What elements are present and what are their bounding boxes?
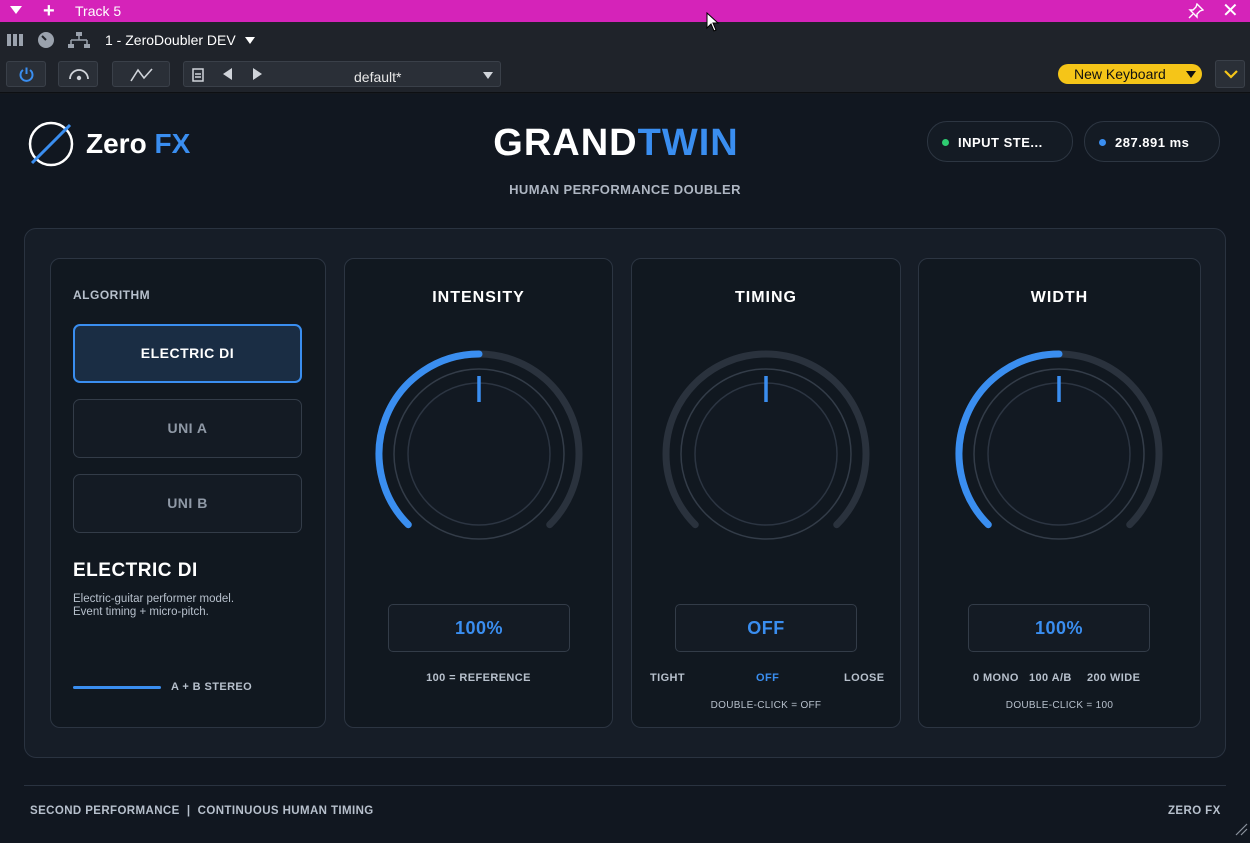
automation-curve-icon xyxy=(130,68,153,82)
compare-button[interactable] xyxy=(58,61,98,87)
timing-card: TIMING OFF TIGHT OFF LOOSE DOUBLE-CLICK … xyxy=(631,258,901,728)
timing-knob[interactable] xyxy=(656,344,876,564)
host-toolbar-top: 1 - ZeroDoubler DEV xyxy=(0,22,1250,57)
stereo-label: A + B STEREO xyxy=(171,681,253,693)
timing-hint: DOUBLE-CLICK = OFF xyxy=(710,700,822,711)
algorithm-name: ELECTRIC DI xyxy=(73,560,198,581)
resize-handle-icon[interactable] xyxy=(1234,822,1248,836)
preset-save-icon[interactable] xyxy=(192,68,204,82)
plugin-ui: Zero FX GRANDTWIN HUMAN PERFORMANCE DOUB… xyxy=(0,94,1250,843)
timing-caption-tight: TIGHT xyxy=(650,672,685,684)
keyboard-selector[interactable]: New Keyboard xyxy=(1058,64,1202,84)
width-value[interactable]: 100% xyxy=(968,604,1150,652)
latency-badge: 287.891 ms xyxy=(1084,121,1220,162)
dial-icon[interactable] xyxy=(37,31,55,49)
window-menu-arrow-icon[interactable] xyxy=(10,6,22,14)
footer-tagline: SECOND PERFORMANCE | CONTINUOUS HUMAN TI… xyxy=(30,805,374,817)
preset-dropdown-icon[interactable] xyxy=(483,72,493,79)
status-dot-icon xyxy=(942,139,949,146)
instrument-dropdown-icon[interactable] xyxy=(245,37,255,44)
timing-value[interactable]: OFF xyxy=(675,604,857,652)
power-icon xyxy=(19,67,34,82)
width-card: WIDTH 100% 0 MONO 100 A/B 200 WIDE DOUBL… xyxy=(918,258,1201,728)
width-inner-dial xyxy=(987,382,1131,526)
preset-name[interactable]: default* xyxy=(354,69,434,85)
title-twin: TWIN xyxy=(637,122,739,164)
latency-text: 287.891 ms xyxy=(1115,135,1190,150)
keyboard-dropdown-icon xyxy=(1186,71,1196,78)
intensity-knob[interactable] xyxy=(369,344,589,564)
stereo-indicator-line xyxy=(73,686,161,689)
power-button[interactable] xyxy=(6,61,46,87)
timing-inner-dial xyxy=(694,382,838,526)
footer-divider xyxy=(24,785,1226,786)
close-icon[interactable]: ✕ xyxy=(1222,0,1239,23)
window-title: Track 5 xyxy=(75,3,122,19)
algorithm-label: ALGORITHM xyxy=(73,288,151,302)
intensity-caption: 100 = REFERENCE xyxy=(426,672,531,684)
algorithm-description-line1: Electric-guitar performer model. xyxy=(73,593,235,605)
algorithm-description-line2: Event timing + micro-pitch. xyxy=(73,606,209,618)
timing-caption-off: OFF xyxy=(756,672,780,684)
product-subtitle: HUMAN PERFORMANCE DOUBLER xyxy=(509,182,741,197)
width-caption-mono: 0 MONO xyxy=(973,672,1019,684)
next-preset-icon[interactable] xyxy=(253,68,262,80)
title-bar[interactable]: + Track 5 ✕ xyxy=(0,0,1250,22)
columns-icon[interactable] xyxy=(6,31,24,49)
algorithm-card: ALGORITHM ELECTRIC DI UNI A UNI B ELECTR… xyxy=(50,258,326,728)
width-caption-ab: 100 A/B xyxy=(1029,672,1072,684)
keyboard-label: New Keyboard xyxy=(1074,66,1166,82)
width-caption-wide: 200 WIDE xyxy=(1087,672,1141,684)
title-grand: GRAND xyxy=(493,122,638,164)
timing-title: TIMING xyxy=(735,289,797,306)
plugin-window: + Track 5 ✕ 1 - ZeroDoubler DEV default*… xyxy=(0,0,1250,843)
intensity-card: INTENSITY 100% 100 = REFERENCE xyxy=(344,258,613,728)
pin-icon[interactable] xyxy=(1188,3,1204,19)
preset-bar[interactable]: default* xyxy=(183,61,501,87)
compare-icon xyxy=(69,69,89,81)
algorithm-uni-a-button[interactable]: UNI A xyxy=(73,399,302,458)
automation-button[interactable] xyxy=(112,61,170,87)
algorithm-uni-b-button[interactable]: UNI B xyxy=(73,474,302,533)
routing-icon[interactable] xyxy=(68,31,90,49)
instrument-selector[interactable]: 1 - ZeroDoubler DEV xyxy=(105,32,236,48)
input-status-text: INPUT STE... xyxy=(958,135,1043,150)
controls-panel: ALGORITHM ELECTRIC DI UNI A UNI B ELECTR… xyxy=(24,228,1226,758)
input-status-badge[interactable]: INPUT STE... xyxy=(927,121,1073,162)
chevron-down-icon xyxy=(1224,70,1238,79)
algorithm-description: Electric-guitar performer model. Event t… xyxy=(73,593,234,619)
expand-button[interactable] xyxy=(1215,60,1245,88)
latency-dot-icon xyxy=(1099,139,1106,146)
intensity-inner-dial xyxy=(407,382,551,526)
footer-brand: ZERO FX xyxy=(1168,805,1221,817)
intensity-value[interactable]: 100% xyxy=(388,604,570,652)
width-knob[interactable] xyxy=(949,344,1169,564)
width-hint: DOUBLE-CLICK = 100 xyxy=(1005,700,1114,711)
width-title: WIDTH xyxy=(1030,289,1089,306)
add-icon[interactable]: + xyxy=(43,0,55,22)
intensity-title: INTENSITY xyxy=(432,289,525,306)
host-toolbar-bottom: default* New Keyboard xyxy=(0,57,1250,93)
previous-preset-icon[interactable] xyxy=(223,68,232,80)
timing-caption-loose: LOOSE xyxy=(844,672,885,684)
algorithm-electric-di-button[interactable]: ELECTRIC DI xyxy=(73,324,302,383)
mouse-cursor-icon xyxy=(706,12,720,32)
